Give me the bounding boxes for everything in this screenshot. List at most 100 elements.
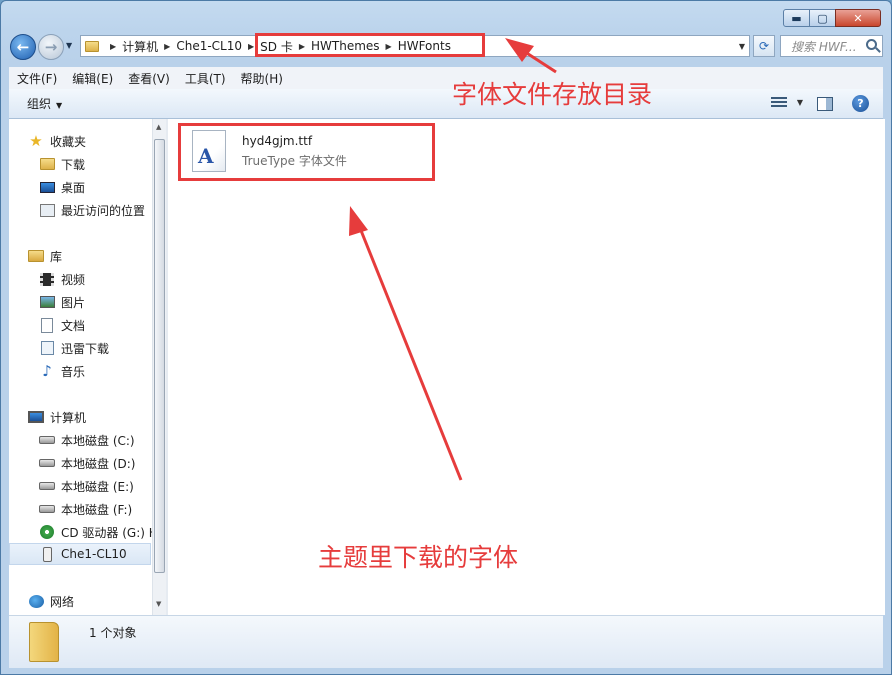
menu-file[interactable]: 文件(F) xyxy=(17,70,57,87)
chevron-right-icon[interactable]: ▶ xyxy=(248,42,254,51)
file-annotation: 主题里下载的字体 xyxy=(318,543,519,572)
scrollbar-thumb[interactable] xyxy=(154,139,165,573)
tree-desktop-label: 桌面 xyxy=(61,180,86,195)
minimize-button[interactable]: ▬ xyxy=(783,9,810,27)
tree-recent-places[interactable]: 最近访问的位置 xyxy=(39,199,145,221)
tree-favorites[interactable]: ★ 收藏夹 xyxy=(28,130,86,152)
tree-computer[interactable]: 计算机 xyxy=(28,406,86,428)
tree-phone-device[interactable]: Che1-CL10 xyxy=(9,543,151,565)
address-history-dropdown[interactable]: ▼ xyxy=(739,42,745,51)
preview-pane-icon[interactable] xyxy=(817,97,833,111)
arrow-right-icon: → xyxy=(44,38,58,56)
tree-documents[interactable]: 文档 xyxy=(39,314,85,336)
tree-favorites-label: 收藏夹 xyxy=(50,134,87,149)
refresh-button[interactable]: ⟳ xyxy=(753,35,775,57)
details-pane: 1 个对象 xyxy=(9,615,883,668)
chevron-right-icon[interactable]: ▶ xyxy=(164,42,170,51)
menu-tools[interactable]: 工具(T) xyxy=(185,70,226,87)
search-box[interactable]: 搜索 HWF... xyxy=(780,35,883,57)
tree-cd-drive-label: CD 驱动器 (G:) H xyxy=(61,525,152,540)
command-bar: 组织 ▼ ▼ ? xyxy=(9,89,883,119)
pictures-icon xyxy=(39,296,55,308)
menu-bar: 文件(F) 编辑(E) 查看(V) 工具(T) 帮助(H) xyxy=(9,67,883,89)
scroll-down-icon[interactable]: ▼ xyxy=(156,600,161,608)
hard-drive-icon xyxy=(39,459,55,467)
scroll-up-icon[interactable]: ▲ xyxy=(156,123,161,131)
downloads-folder-icon xyxy=(39,158,55,170)
path-annotation: 字体文件存放目录 xyxy=(452,80,653,109)
caption-buttons: ▬ ▢ ✕ xyxy=(783,9,881,27)
tree-thunder-downloads-label: 迅雷下载 xyxy=(61,341,110,356)
thunder-download-icon xyxy=(40,341,54,355)
tree-desktop[interactable]: 桌面 xyxy=(39,176,85,198)
tree-recent-places-label: 最近访问的位置 xyxy=(61,203,146,218)
view-options-dropdown[interactable]: ▼ xyxy=(797,98,803,107)
tree-drive-d-label: 本地磁盘 (D:) xyxy=(61,456,136,471)
tree-libraries[interactable]: 库 xyxy=(28,245,62,267)
tree-downloads-label: 下载 xyxy=(61,157,86,172)
tree-thunder-downloads[interactable]: 迅雷下载 xyxy=(39,337,109,359)
menu-edit[interactable]: 编辑(E) xyxy=(72,70,113,87)
tree-downloads[interactable]: 下载 xyxy=(39,153,85,175)
cd-drive-icon xyxy=(40,525,54,539)
breadcrumb-device[interactable]: Che1-CL10 xyxy=(176,39,242,53)
tree-computer-label: 计算机 xyxy=(50,410,87,425)
navigation-pane: ★ 收藏夹 下载 桌面 最近访问的位置 库 视频 图片 文档 迅雷下载 ♪ 音乐… xyxy=(9,119,152,615)
computer-icon xyxy=(28,411,44,423)
recent-pages-dropdown[interactable]: ▼ xyxy=(66,41,72,50)
library-icon xyxy=(28,250,44,262)
tree-music-label: 音乐 xyxy=(61,364,86,379)
menu-view[interactable]: 查看(V) xyxy=(128,70,170,87)
tree-drive-c-label: 本地磁盘 (C:) xyxy=(61,433,135,448)
search-input[interactable]: 搜索 HWF... xyxy=(791,38,857,55)
maximize-button[interactable]: ▢ xyxy=(809,9,836,27)
menu-help[interactable]: 帮助(H) xyxy=(241,70,283,87)
chevron-right-icon[interactable]: ▶ xyxy=(110,42,116,51)
tree-documents-label: 文档 xyxy=(61,318,86,333)
refresh-icon: ⟳ xyxy=(758,39,770,53)
tree-cd-drive[interactable]: CD 驱动器 (G:) H xyxy=(39,521,152,543)
item-count: 1 个对象 xyxy=(89,626,137,640)
chevron-down-icon: ▼ xyxy=(56,101,63,110)
tree-pictures-label: 图片 xyxy=(61,295,86,310)
network-icon xyxy=(28,594,44,608)
file-highlight-box xyxy=(178,123,435,181)
organize-button[interactable]: 组织 ▼ xyxy=(27,95,62,112)
tree-videos-label: 视频 xyxy=(61,272,86,287)
star-icon: ★ xyxy=(29,132,43,150)
path-highlight-box xyxy=(255,33,485,57)
music-note-icon: ♪ xyxy=(42,362,52,380)
file-list: A hyd4gjm.ttf TrueType 字体文件 xyxy=(168,119,885,615)
tree-drive-d[interactable]: 本地磁盘 (D:) xyxy=(39,452,135,474)
tree-network[interactable]: 网络 xyxy=(28,590,74,612)
navigation-scrollbar[interactable]: ▲ ▼ xyxy=(152,119,166,615)
close-button[interactable]: ✕ xyxy=(835,9,881,27)
tree-drive-f[interactable]: 本地磁盘 (F:) xyxy=(39,498,132,520)
desktop-icon xyxy=(39,181,55,193)
breadcrumb-computer[interactable]: 计算机 xyxy=(122,38,158,55)
hard-drive-icon xyxy=(39,482,55,490)
forward-button[interactable]: → xyxy=(38,34,64,60)
system-drive-icon xyxy=(39,436,55,444)
tree-libraries-label: 库 xyxy=(50,249,63,264)
back-button[interactable]: ← xyxy=(10,34,36,60)
recent-places-icon xyxy=(39,203,55,217)
tree-videos[interactable]: 视频 xyxy=(39,268,85,290)
search-icon[interactable] xyxy=(866,39,877,50)
video-icon xyxy=(40,272,54,286)
change-view-icon[interactable] xyxy=(771,97,787,111)
tree-music[interactable]: ♪ 音乐 xyxy=(39,360,85,382)
hard-drive-icon xyxy=(39,505,55,513)
document-icon xyxy=(41,317,53,333)
folder-icon xyxy=(85,40,99,52)
tree-drive-c[interactable]: 本地磁盘 (C:) xyxy=(39,429,135,451)
tree-drive-f-label: 本地磁盘 (F:) xyxy=(61,502,133,517)
phone-icon xyxy=(42,546,52,562)
tree-phone-device-label: Che1-CL10 xyxy=(61,547,127,561)
folder-icon xyxy=(29,622,59,662)
tree-drive-e[interactable]: 本地磁盘 (E:) xyxy=(39,475,134,497)
arrow-left-icon: ← xyxy=(16,38,30,56)
help-icon[interactable]: ? xyxy=(852,95,869,112)
tree-pictures[interactable]: 图片 xyxy=(39,291,85,313)
tree-network-label: 网络 xyxy=(50,594,75,609)
